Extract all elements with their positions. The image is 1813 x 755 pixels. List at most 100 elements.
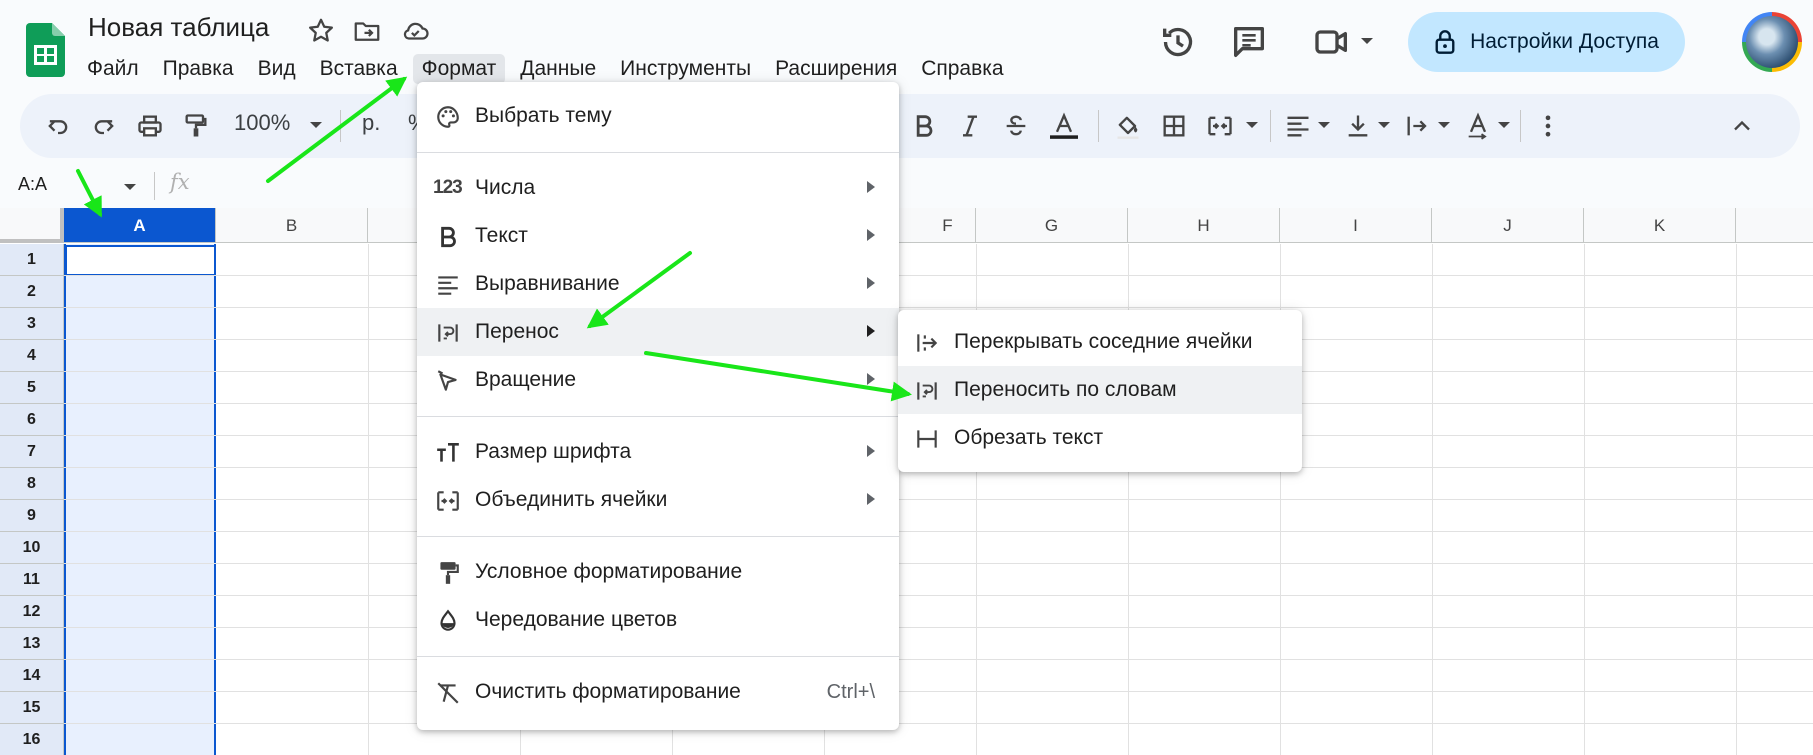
print-icon[interactable] xyxy=(136,112,164,140)
row-header-14[interactable]: 14 xyxy=(0,660,64,692)
overflow-icon xyxy=(914,330,940,356)
row-header-7[interactable]: 7 xyxy=(0,436,64,468)
comments-icon[interactable] xyxy=(1229,22,1269,62)
menu-view[interactable]: Вид xyxy=(249,54,305,84)
meet-video-icon[interactable] xyxy=(1312,22,1352,62)
column-header-g[interactable]: G xyxy=(976,208,1128,243)
column-header-l[interactable] xyxy=(1736,208,1813,243)
spreadsheet-grid[interactable]: A B F G H I J K 1 2 3 4 5 6 7 8 9 10 11 … xyxy=(0,208,1813,755)
sheets-logo-icon[interactable] xyxy=(26,23,65,77)
row-header-11[interactable]: 11 xyxy=(0,564,64,596)
collapse-toolbar-icon[interactable] xyxy=(1728,112,1756,140)
bold-icon[interactable] xyxy=(910,112,938,140)
paint-format-icon[interactable] xyxy=(182,112,210,140)
borders-icon[interactable] xyxy=(1160,112,1188,140)
active-cell-a1[interactable] xyxy=(65,245,216,276)
row-header-3[interactable]: 3 xyxy=(0,308,64,340)
cloud-saved-icon[interactable] xyxy=(400,16,430,46)
row-header-6[interactable]: 6 xyxy=(0,404,64,436)
text-color-icon[interactable] xyxy=(1046,112,1082,140)
column-header-j[interactable]: J xyxy=(1432,208,1584,243)
row-header-16[interactable]: 16 xyxy=(0,724,64,755)
row-header-1[interactable]: 1 xyxy=(0,244,64,276)
numbers-icon: 123 xyxy=(433,177,463,198)
column-header-k[interactable]: K xyxy=(1584,208,1736,243)
more-options-icon[interactable] xyxy=(1534,112,1562,140)
row-header-9[interactable]: 9 xyxy=(0,500,64,532)
column-header-a[interactable]: A xyxy=(64,208,216,243)
zoom-select[interactable]: 100% xyxy=(234,110,290,136)
menu-extensions[interactable]: Расширения xyxy=(766,54,906,84)
version-history-icon[interactable] xyxy=(1158,22,1198,62)
menu-file[interactable]: Файл xyxy=(78,54,148,84)
grid-line xyxy=(64,691,1813,692)
name-box[interactable]: A:A xyxy=(18,174,47,195)
name-box-caret-icon[interactable] xyxy=(124,184,136,190)
document-title[interactable]: Новая таблица xyxy=(88,12,269,43)
merge-dropdown-caret-icon[interactable] xyxy=(1246,122,1258,128)
menu-insert[interactable]: Вставка xyxy=(311,54,407,84)
menu-item-clip[interactable]: Обрезать текст xyxy=(898,414,1302,462)
menu-item-overflow[interactable]: Перекрывать соседние ячейки xyxy=(898,318,1302,366)
italic-icon[interactable] xyxy=(956,112,984,140)
menu-item-text[interactable]: Текст xyxy=(417,212,899,260)
currency-format-button[interactable]: р. xyxy=(362,110,380,136)
fill-color-icon[interactable] xyxy=(1114,112,1142,140)
avatar[interactable] xyxy=(1742,12,1802,72)
rotation-dropdown-caret-icon[interactable] xyxy=(1498,122,1510,128)
menu-item-shortcut: Ctrl+\ xyxy=(826,680,875,703)
menu-data[interactable]: Данные xyxy=(511,54,605,84)
text-wrapping-icon[interactable] xyxy=(1404,112,1432,140)
menu-item-label: Текст xyxy=(475,224,528,247)
row-header-8[interactable]: 8 xyxy=(0,468,64,500)
redo-icon[interactable] xyxy=(90,112,118,140)
menu-item-wrapping[interactable]: Перенос xyxy=(417,308,899,356)
star-icon[interactable] xyxy=(306,16,336,46)
share-button[interactable]: Настройки Доступа xyxy=(1408,12,1685,72)
menu-edit[interactable]: Правка xyxy=(154,54,243,84)
text-rotation-icon[interactable] xyxy=(1464,112,1492,140)
menu-item-conditional-formatting[interactable]: Условное форматирование xyxy=(417,548,899,596)
menu-item-numbers[interactable]: 123 Числа xyxy=(417,164,899,212)
column-header-h[interactable]: H xyxy=(1128,208,1280,243)
grid-line xyxy=(64,627,1813,628)
column-header-i[interactable]: I xyxy=(1280,208,1432,243)
wrap-dropdown-caret-icon[interactable] xyxy=(1438,122,1450,128)
toolbar: 100% р. % xyxy=(20,94,1800,158)
valign-dropdown-caret-icon[interactable] xyxy=(1378,122,1390,128)
column-header-b[interactable]: B xyxy=(216,208,368,243)
halign-dropdown-caret-icon[interactable] xyxy=(1318,122,1330,128)
horizontal-align-icon[interactable] xyxy=(1284,112,1312,140)
merge-icon xyxy=(435,488,461,514)
menu-help[interactable]: Справка xyxy=(912,54,1012,84)
meet-dropdown-caret-icon[interactable] xyxy=(1361,38,1373,44)
row-header-4[interactable]: 4 xyxy=(0,340,64,372)
menu-item-clear-formatting[interactable]: Очистить форматирование Ctrl+\ xyxy=(417,668,899,716)
grid-line xyxy=(64,659,1813,660)
menu-item-wrap[interactable]: Переносить по словам xyxy=(898,366,1302,414)
menu-tools[interactable]: Инструменты xyxy=(611,54,760,84)
submenu-arrow-icon xyxy=(867,229,875,241)
move-folder-icon[interactable] xyxy=(352,16,382,46)
strikethrough-icon[interactable] xyxy=(1002,112,1030,140)
menu-item-rotation[interactable]: Вращение xyxy=(417,356,899,404)
select-all-corner[interactable] xyxy=(0,208,64,243)
menu-item-theme[interactable]: Выбрать тему xyxy=(417,92,899,140)
menu-item-alignment[interactable]: Выравнивание xyxy=(417,260,899,308)
row-header-12[interactable]: 12 xyxy=(0,596,64,628)
row-header-10[interactable]: 10 xyxy=(0,532,64,564)
merge-cells-icon[interactable] xyxy=(1206,112,1234,140)
menu-item-merge-cells[interactable]: Объединить ячейки xyxy=(417,476,899,524)
menu-format[interactable]: Формат xyxy=(412,54,506,84)
menu-item-font-size[interactable]: Размер шрифта xyxy=(417,428,899,476)
submenu-arrow-icon xyxy=(867,493,875,505)
row-header-5[interactable]: 5 xyxy=(0,372,64,404)
format-menu: Выбрать тему 123 Числа Текст Выравнивани… xyxy=(417,82,899,730)
row-header-13[interactable]: 13 xyxy=(0,628,64,660)
row-header-2[interactable]: 2 xyxy=(0,276,64,308)
undo-icon[interactable] xyxy=(44,112,72,140)
menu-item-alternating-colors[interactable]: Чередование цветов xyxy=(417,596,899,644)
zoom-dropdown-caret-icon[interactable] xyxy=(310,122,322,128)
row-header-15[interactable]: 15 xyxy=(0,692,64,724)
vertical-align-icon[interactable] xyxy=(1344,112,1372,140)
